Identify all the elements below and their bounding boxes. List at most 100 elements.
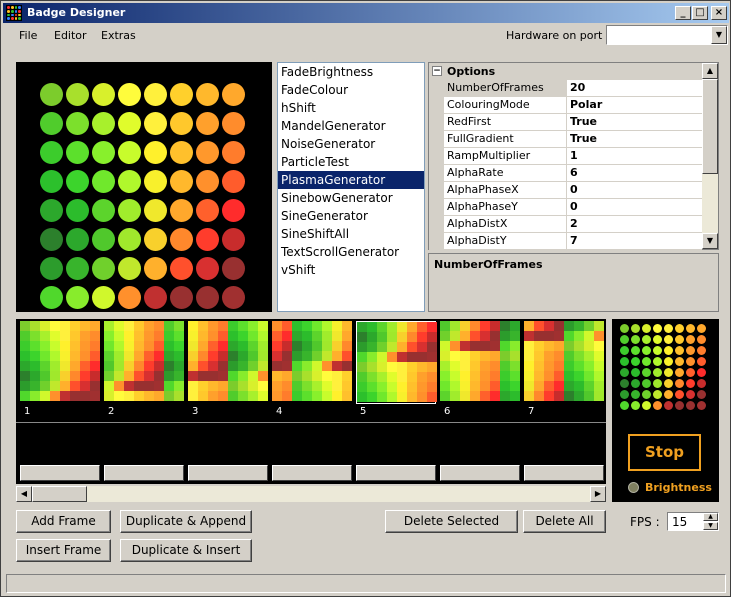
property-row[interactable]: AlphaPhaseX 0	[444, 182, 702, 199]
scroll-right-icon[interactable]: ▶	[590, 486, 606, 502]
led-pixel[interactable]	[92, 170, 115, 193]
led-pixel[interactable]	[144, 257, 167, 280]
scroll-thumb-horizontal[interactable]	[32, 486, 87, 502]
led-pixel[interactable]	[222, 170, 245, 193]
property-row[interactable]: AlphaRate 6	[444, 165, 702, 182]
frame-strip[interactable]: 1 2 3 4 5 6 7	[16, 319, 606, 484]
led-pixel[interactable]	[92, 199, 115, 222]
led-pixel[interactable]	[222, 228, 245, 251]
fps-spinner[interactable]: 15 ▲ ▼	[667, 512, 719, 531]
led-pixel[interactable]	[196, 141, 219, 164]
frame-thumbnail[interactable]	[440, 321, 520, 404]
property-row[interactable]: AlphaDistY 7	[444, 233, 702, 250]
duplicate-append-button[interactable]: Duplicate & Append	[120, 510, 252, 533]
frame-slot[interactable]	[104, 465, 184, 481]
maximize-button[interactable]: □	[692, 6, 708, 20]
collapse-icon[interactable]: −	[432, 66, 442, 76]
led-pixel[interactable]	[170, 286, 193, 309]
property-value[interactable]: 7	[570, 233, 578, 249]
led-pixel[interactable]	[144, 228, 167, 251]
frame-slot[interactable]	[188, 465, 268, 481]
generator-item[interactable]: SinebowGenerator	[278, 189, 424, 207]
property-row[interactable]: RedFirst True	[444, 114, 702, 131]
led-pixel[interactable]	[222, 257, 245, 280]
scroll-thumb[interactable]	[702, 79, 718, 174]
led-pixel[interactable]	[144, 112, 167, 135]
led-pixel[interactable]	[196, 83, 219, 106]
led-pixel[interactable]	[144, 286, 167, 309]
property-name[interactable]: NumberOfFrames	[444, 80, 567, 96]
led-pixel[interactable]	[144, 199, 167, 222]
property-value[interactable]: 6	[570, 165, 578, 181]
led-pixel[interactable]	[66, 141, 89, 164]
led-pixel[interactable]	[170, 228, 193, 251]
badge-preview[interactable]	[16, 62, 272, 312]
property-row[interactable]: AlphaPhaseY 0	[444, 199, 702, 216]
spin-up-icon[interactable]: ▲	[703, 513, 718, 521]
generator-item[interactable]: ParticleTest	[278, 153, 424, 171]
led-pixel[interactable]	[118, 228, 141, 251]
led-pixel[interactable]	[40, 83, 63, 106]
frame-thumbnail[interactable]	[524, 321, 604, 404]
scroll-down-icon[interactable]: ▼	[702, 233, 718, 249]
led-pixel[interactable]	[118, 83, 141, 106]
close-button[interactable]: ×	[711, 6, 727, 20]
led-pixel[interactable]	[40, 199, 63, 222]
generator-item[interactable]: PlasmaGenerator	[278, 171, 424, 189]
property-grid[interactable]: − Options NumberOfFrames 20 ColouringMode P…	[428, 62, 719, 250]
fps-value[interactable]: 15	[672, 515, 687, 529]
led-pixel[interactable]	[92, 112, 115, 135]
generator-item[interactable]: SineGenerator	[278, 207, 424, 225]
led-pixel[interactable]	[222, 286, 245, 309]
generator-item[interactable]: FadeBrightness	[278, 63, 424, 81]
property-name[interactable]: AlphaRate	[444, 165, 567, 181]
frame-slot[interactable]	[440, 465, 520, 481]
frame-thumbnail[interactable]	[188, 321, 268, 404]
led-pixel[interactable]	[40, 112, 63, 135]
add-frame-button[interactable]: Add Frame	[16, 510, 111, 533]
led-pixel[interactable]	[66, 228, 89, 251]
menu-editor[interactable]: Editor	[54, 29, 87, 42]
property-name[interactable]: AlphaPhaseY	[444, 199, 567, 215]
led-pixel[interactable]	[144, 141, 167, 164]
property-value[interactable]: 0	[570, 199, 578, 215]
menu-file[interactable]: File	[19, 29, 37, 42]
property-row[interactable]: NumberOfFrames 20	[444, 80, 702, 97]
led-pixel[interactable]	[40, 257, 63, 280]
generator-item[interactable]: TextScrollGenerator	[278, 243, 424, 261]
led-pixel[interactable]	[118, 141, 141, 164]
property-name[interactable]: RedFirst	[444, 114, 567, 130]
led-pixel[interactable]	[118, 286, 141, 309]
property-value[interactable]: True	[570, 114, 597, 130]
scroll-left-icon[interactable]: ◀	[16, 486, 32, 502]
menu-extras[interactable]: Extras	[101, 29, 136, 42]
frame-scrollbar[interactable]: ◀ ▶	[16, 486, 606, 502]
led-pixel[interactable]	[170, 83, 193, 106]
led-pixel[interactable]	[170, 257, 193, 280]
generator-item[interactable]: NoiseGenerator	[278, 135, 424, 153]
led-pixel[interactable]	[196, 112, 219, 135]
property-row[interactable]: AlphaDistX 2	[444, 216, 702, 233]
spin-down-icon[interactable]: ▼	[703, 522, 718, 530]
scroll-up-icon[interactable]: ▲	[702, 63, 718, 79]
led-pixel[interactable]	[144, 83, 167, 106]
led-pixel[interactable]	[66, 286, 89, 309]
led-pixel[interactable]	[66, 170, 89, 193]
led-pixel[interactable]	[40, 286, 63, 309]
generator-item[interactable]: MandelGenerator	[278, 117, 424, 135]
frame-slot[interactable]	[524, 465, 604, 481]
property-name[interactable]: ColouringMode	[444, 97, 567, 113]
led-pixel[interactable]	[196, 286, 219, 309]
property-row[interactable]: ColouringMode Polar	[444, 97, 702, 114]
led-pixel[interactable]	[92, 257, 115, 280]
property-value[interactable]: Polar	[570, 97, 602, 113]
property-value[interactable]: 20	[570, 80, 585, 96]
frame-slot[interactable]	[356, 465, 436, 481]
property-value[interactable]: 2	[570, 216, 578, 232]
property-name[interactable]: RampMultiplier	[444, 148, 567, 164]
led-pixel[interactable]	[196, 170, 219, 193]
led-pixel[interactable]	[92, 228, 115, 251]
led-pixel[interactable]	[170, 112, 193, 135]
delete-all-button[interactable]: Delete All	[523, 510, 606, 533]
minimize-button[interactable]: _	[675, 6, 691, 20]
